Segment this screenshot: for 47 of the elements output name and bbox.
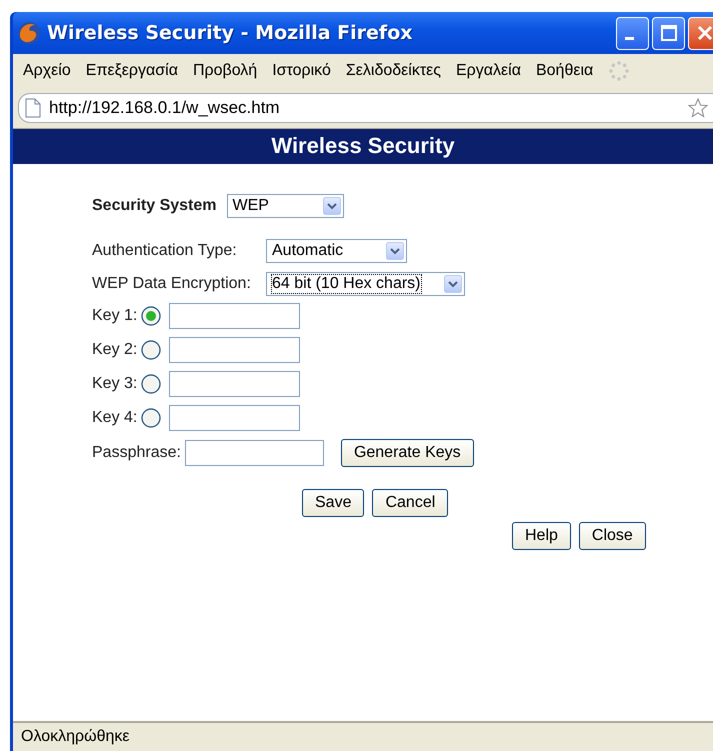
page-icon <box>25 98 41 118</box>
minimize-button[interactable] <box>616 16 649 50</box>
radio-button[interactable] <box>141 340 162 360</box>
menu-item[interactable]: Επεξεργασία <box>86 62 178 80</box>
key-label: Key 1: <box>92 307 138 325</box>
menu-item[interactable]: Σελιδοδείκτες <box>346 62 441 80</box>
menu-item[interactable]: Ιστορικό <box>272 62 331 80</box>
maximize-icon <box>660 24 678 42</box>
radio-button[interactable] <box>141 306 162 326</box>
loading-spinner-icon <box>608 60 630 82</box>
security-system-select[interactable]: WEP <box>226 194 344 218</box>
address-field[interactable]: http://192.168.0.1/w_wsec.htm <box>18 93 713 123</box>
menu-item[interactable]: Προβολή <box>192 62 258 80</box>
key-input[interactable] <box>169 371 300 397</box>
status-text: Ολοκληρώθηκε <box>21 728 130 746</box>
window-title: Wireless Security - Mozilla Firefox <box>47 22 412 44</box>
close-icon <box>696 24 713 42</box>
field-label: Security System <box>92 197 217 215</box>
key-label: Key 3: <box>92 375 138 393</box>
page-header: Wireless Security <box>13 129 713 164</box>
encryption-select[interactable]: 64 bit (10 Hex chars) <box>266 272 465 296</box>
radio-button[interactable] <box>141 408 162 428</box>
star-icon[interactable] <box>687 97 709 119</box>
minimize-icon <box>625 36 634 40</box>
generate-keys-button[interactable]: Generate Keys <box>340 439 474 467</box>
url-text: http://192.168.0.1/w_wsec.htm <box>49 98 280 118</box>
form-button[interactable]: Save <box>302 489 364 517</box>
key-input[interactable] <box>169 405 300 431</box>
key-label: Key 2: <box>92 341 138 359</box>
dialog-button[interactable]: Close <box>578 522 646 550</box>
menu-item[interactable]: Αρχείο <box>23 62 71 80</box>
field-label: WEP Data Encryption: <box>92 275 252 293</box>
menu-item[interactable]: Βοήθεια <box>536 62 594 80</box>
passphrase-input[interactable] <box>184 440 324 466</box>
browser-logo-icon <box>17 21 41 45</box>
key-input[interactable] <box>169 337 300 363</box>
maximize-button[interactable] <box>652 16 685 50</box>
key-label: Key 4: <box>92 409 138 427</box>
form-button[interactable]: Cancel <box>372 489 448 517</box>
dialog-button[interactable]: Help <box>512 522 571 550</box>
key-input[interactable] <box>169 303 300 329</box>
close-window-button[interactable] <box>688 16 713 50</box>
field-label: Authentication Type: <box>92 242 238 260</box>
authentication-type-select[interactable]: Automatic <box>266 239 407 263</box>
field-label: Passphrase: <box>92 444 181 462</box>
menu-item[interactable]: Εργαλεία <box>456 62 521 80</box>
radio-button[interactable] <box>141 374 162 394</box>
